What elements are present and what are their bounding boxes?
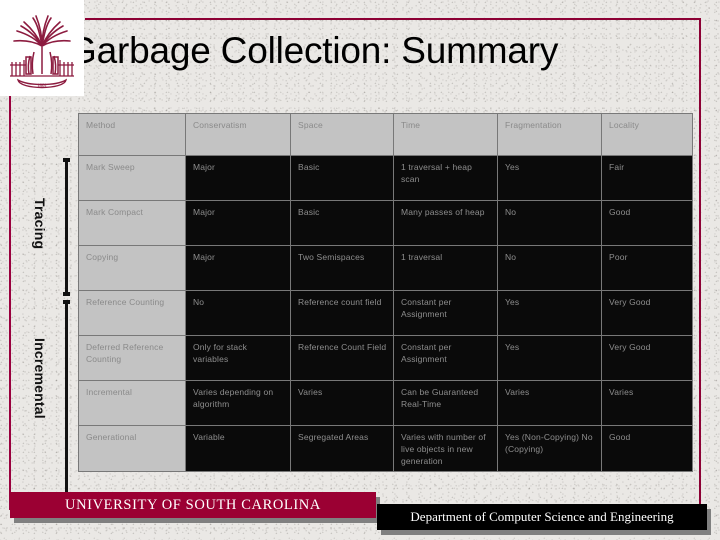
cell-fragmentation: Yes xyxy=(497,290,602,336)
frame-top-border xyxy=(85,18,701,20)
cell-fragmentation: Varies xyxy=(497,380,602,426)
table-row: Mark Sweep Major Basic 1 traversal + hea… xyxy=(78,155,693,201)
cell-method: Reference Counting xyxy=(78,290,186,336)
column-header-conservatism: Conservatism xyxy=(185,113,291,156)
page-title: Garbage Collection: Summary xyxy=(68,30,559,71)
cell-conservatism: Major xyxy=(185,245,291,291)
cell-space: Reference count field xyxy=(290,290,394,336)
bracket-incremental xyxy=(63,300,70,498)
cell-time: Can be Guaranteed Real-Time xyxy=(393,380,498,426)
cell-time: Many passes of heap xyxy=(393,200,498,246)
cell-space: Basic xyxy=(290,200,394,246)
cell-conservatism: Varies depending on algorithm xyxy=(185,380,291,426)
cell-space: Basic xyxy=(290,155,394,201)
cell-method: Deferred Reference Counting xyxy=(78,335,186,381)
slide-canvas: 1801 Garbage Collection: Summary Tracing… xyxy=(0,0,720,540)
usc-palmetto-logo: 1801 xyxy=(0,0,84,96)
column-header-locality: Locality xyxy=(601,113,693,156)
frame-right-border xyxy=(699,18,701,522)
table-row: Mark Compact Major Basic Many passes of … xyxy=(78,200,693,246)
cell-locality: Good xyxy=(601,425,693,472)
cell-locality: Fair xyxy=(601,155,693,201)
cell-time: Constant per Assignment xyxy=(393,335,498,381)
table-row: Reference Counting No Reference count fi… xyxy=(78,290,693,336)
cell-conservatism: Major xyxy=(185,155,291,201)
cell-time: Constant per Assignment xyxy=(393,290,498,336)
column-header-time: Time xyxy=(393,113,498,156)
cell-space: Reference Count Field xyxy=(290,335,394,381)
cell-time: 1 traversal xyxy=(393,245,498,291)
cell-method: Mark Compact xyxy=(78,200,186,246)
cell-fragmentation: Yes xyxy=(497,335,602,381)
cell-method: Copying xyxy=(78,245,186,291)
cell-locality: Poor xyxy=(601,245,693,291)
table-row: Copying Major Two Semispaces 1 traversal… xyxy=(78,245,693,291)
table-row: Incremental Varies depending on algorith… xyxy=(78,380,693,426)
cell-fragmentation: No xyxy=(497,245,602,291)
table-row: Deferred Reference Counting Only for sta… xyxy=(78,335,693,381)
column-header-fragmentation: Fragmentation xyxy=(497,113,602,156)
cell-method: Incremental xyxy=(78,380,186,426)
cell-method: Mark Sweep xyxy=(78,155,186,201)
university-banner: UNIVERSITY OF SOUTH CAROLINA xyxy=(10,492,376,518)
svg-text:1801: 1801 xyxy=(37,84,48,89)
cell-locality: Varies xyxy=(601,380,693,426)
cell-conservatism: No xyxy=(185,290,291,336)
bracket-tracing xyxy=(63,158,70,296)
cell-space: Segregated Areas xyxy=(290,425,394,472)
cell-time: 1 traversal + heap scan xyxy=(393,155,498,201)
gc-summary-table: Method Conservatism Space Time Fragmenta… xyxy=(78,113,693,472)
cell-space: Two Semispaces xyxy=(290,245,394,291)
cell-conservatism: Only for stack variables xyxy=(185,335,291,381)
cell-method: Generational xyxy=(78,425,186,472)
cell-locality: Very Good xyxy=(601,290,693,336)
cell-locality: Good xyxy=(601,200,693,246)
group-label-tracing: Tracing xyxy=(32,198,48,250)
cell-fragmentation: No xyxy=(497,200,602,246)
cell-conservatism: Variable xyxy=(185,425,291,472)
table-header-row: Method Conservatism Space Time Fragmenta… xyxy=(78,113,693,156)
cell-fragmentation: Yes xyxy=(497,155,602,201)
cell-locality: Very Good xyxy=(601,335,693,381)
table-row: Generational Variable Segregated Areas V… xyxy=(78,425,693,472)
cell-space: Varies xyxy=(290,380,394,426)
column-header-space: Space xyxy=(290,113,394,156)
group-label-incremental: Incremental xyxy=(32,338,48,419)
department-banner: Department of Computer Science and Engin… xyxy=(377,504,707,530)
cell-time: Varies with number of live objects in ne… xyxy=(393,425,498,472)
column-header-method: Method xyxy=(78,113,186,156)
cell-conservatism: Major xyxy=(185,200,291,246)
cell-fragmentation: Yes (Non-Copying) No (Copying) xyxy=(497,425,602,472)
